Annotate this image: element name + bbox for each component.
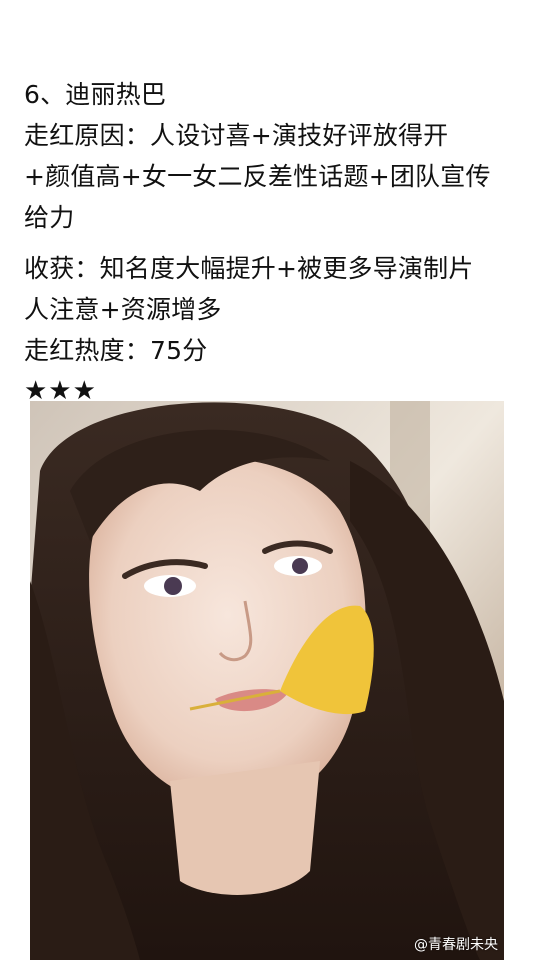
heat-score: 走红热度：75分 bbox=[24, 336, 208, 365]
gain-line-1: 收获：知名度大幅提升+被更多导演制片 bbox=[24, 254, 474, 283]
gain-line-2: 人注意+资源增多 bbox=[24, 295, 222, 324]
item-heading: 6、迪丽热巴 bbox=[24, 80, 167, 109]
watermark: @青春剧未央 bbox=[414, 937, 498, 953]
portrait-photo: @青春剧未央 bbox=[30, 401, 504, 960]
reason-line-2: +颜值高+女一女二反差性话题+团队宣传 bbox=[24, 162, 491, 191]
reason-line-3: 给力 bbox=[24, 203, 75, 232]
article-text: 6、迪丽热巴 走红原因：人设讨喜+演技好评放得开 +颜值高+女一女二反差性话题+… bbox=[24, 74, 524, 409]
reason-line-1: 走红原因：人设讨喜+演技好评放得开 bbox=[24, 121, 449, 150]
portrait-illustration bbox=[30, 401, 504, 960]
